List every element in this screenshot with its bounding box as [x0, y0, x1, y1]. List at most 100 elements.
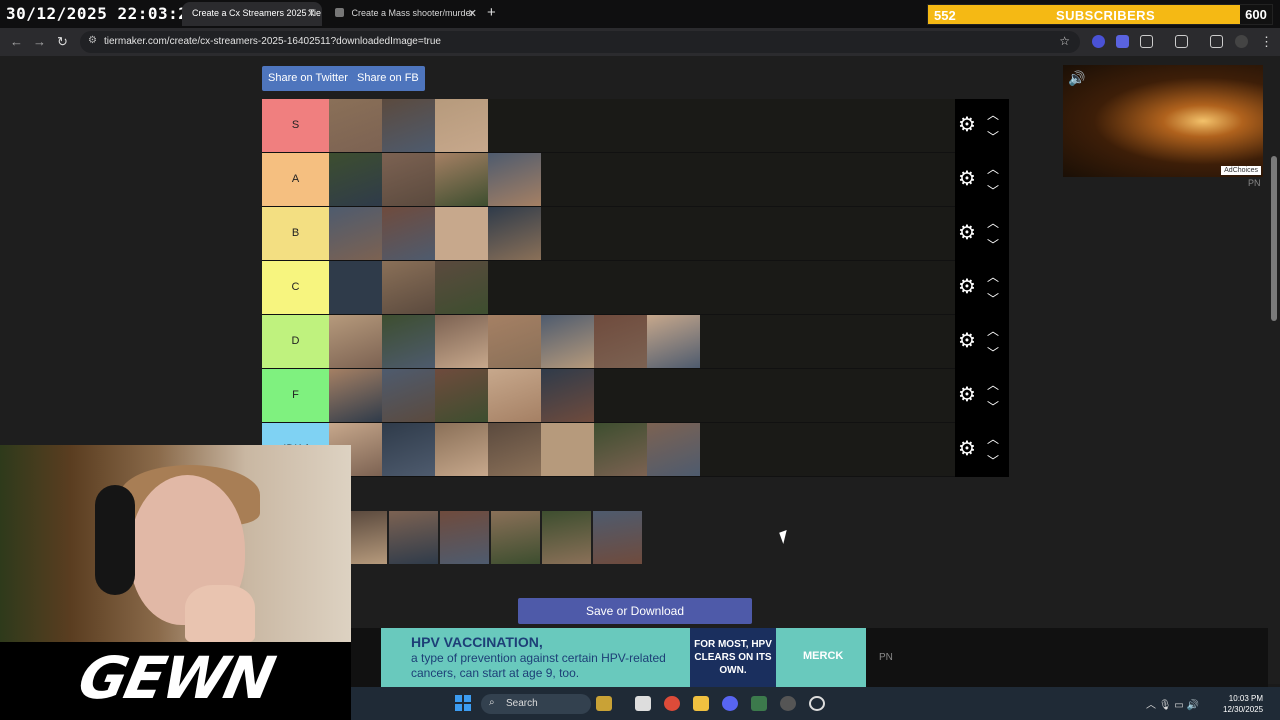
tier-item-thumbnail[interactable] — [488, 423, 541, 476]
discord-icon[interactable] — [722, 696, 738, 711]
address-bar[interactable]: ⚙ tiermaker.com/create/cx-streamers-2025… — [80, 31, 1080, 53]
taskbar-search[interactable]: ⌕ Search — [481, 694, 591, 714]
tier-item-thumbnail[interactable] — [329, 315, 382, 368]
tier-label[interactable]: A — [262, 153, 329, 206]
tier-label[interactable]: S — [262, 99, 329, 152]
tier-item-thumbnail[interactable] — [435, 153, 488, 206]
tier-item-thumbnail[interactable] — [382, 423, 435, 476]
chevron-up-icon[interactable]: ︿ — [987, 163, 999, 175]
site-info-icon[interactable]: ⚙ — [88, 35, 97, 46]
tier-label[interactable]: F — [262, 369, 329, 422]
tier-item-thumbnail[interactable] — [329, 369, 382, 422]
chevron-down-icon[interactable]: ﹀ — [987, 347, 999, 359]
share-fb-button[interactable]: Share on FB — [351, 66, 425, 91]
close-icon[interactable]: ✕ — [307, 7, 316, 20]
tier-item-thumbnail[interactable] — [541, 369, 594, 422]
chevron-down-icon[interactable]: ﹀ — [987, 131, 999, 143]
chevron-up-icon[interactable]: ︿ — [987, 379, 999, 391]
tier-item-thumbnail[interactable] — [647, 423, 700, 476]
tier-item-thumbnail[interactable] — [435, 423, 488, 476]
tier-item-thumbnail[interactable] — [594, 315, 647, 368]
pool-item-thumbnail[interactable] — [491, 511, 540, 564]
chevron-down-icon[interactable]: ﹀ — [987, 401, 999, 413]
tier-item-thumbnail[interactable] — [382, 207, 435, 260]
reload-icon[interactable]: ↻ — [57, 34, 68, 50]
tier-label[interactable]: C — [262, 261, 329, 314]
tab-active[interactable]: Create a Cx Streamers 2025 Tie ✕ — [182, 2, 322, 26]
gear-icon[interactable]: ⚙ — [958, 331, 978, 351]
pool-item-thumbnail[interactable] — [440, 511, 489, 564]
chevron-down-icon[interactable]: ﹀ — [987, 293, 999, 305]
system-tray[interactable]: ︿ 🎙 ▭ 🔊 — [1146, 696, 1199, 711]
tier-item-thumbnail[interactable] — [382, 99, 435, 152]
tier-item-thumbnail[interactable] — [541, 423, 594, 476]
gear-icon[interactable]: ⚙ — [958, 115, 978, 135]
pool-item-thumbnail[interactable] — [593, 511, 642, 564]
scroll-thumb[interactable] — [1271, 156, 1277, 321]
file-explorer-icon[interactable] — [693, 696, 709, 711]
chevron-up-icon[interactable]: ︿ — [987, 271, 999, 283]
gear-icon[interactable]: ⚙ — [958, 169, 978, 189]
tier-item-thumbnail[interactable] — [435, 207, 488, 260]
chevron-up-icon[interactable]: ︿ — [987, 109, 999, 121]
gear-icon[interactable]: ⚙ — [958, 439, 978, 459]
close-icon[interactable]: ✕ — [468, 7, 477, 20]
chevron-down-icon[interactable]: ﹀ — [987, 239, 999, 251]
tier-item-thumbnail[interactable] — [435, 99, 488, 152]
gear-icon[interactable]: ⚙ — [958, 385, 978, 405]
windows-start-icon[interactable] — [455, 695, 471, 711]
gear-icon[interactable]: ⚙ — [958, 223, 978, 243]
extension-icon[interactable] — [1092, 35, 1105, 48]
tier-label[interactable]: B — [262, 207, 329, 260]
chevron-up-icon[interactable]: ︿ — [987, 433, 999, 445]
chevron-up-icon[interactable]: ︿ — [987, 325, 999, 337]
clock-app-icon[interactable] — [809, 696, 825, 711]
chevron-up-icon[interactable]: ︿ — [987, 217, 999, 229]
video-ad[interactable]: AdChoices — [1063, 65, 1263, 177]
chevron-down-icon[interactable]: ﹀ — [987, 455, 999, 467]
scrollbar[interactable] — [1268, 56, 1280, 684]
tier-label[interactable]: D — [262, 315, 329, 368]
tier-item-thumbnail[interactable] — [382, 261, 435, 314]
extension-icon[interactable] — [1116, 35, 1129, 48]
tier-item-thumbnail[interactable] — [382, 369, 435, 422]
chrome-icon[interactable] — [664, 696, 680, 711]
tier-item-thumbnail[interactable] — [382, 315, 435, 368]
tier-item-thumbnail[interactable] — [488, 153, 541, 206]
tier-item-thumbnail[interactable] — [382, 153, 435, 206]
pool-item-thumbnail[interactable] — [389, 511, 438, 564]
cast-icon[interactable] — [1175, 35, 1188, 48]
tier-item-thumbnail[interactable] — [488, 207, 541, 260]
speaker-icon[interactable]: 🔊 — [1068, 70, 1085, 87]
media-icon[interactable] — [1210, 35, 1223, 48]
back-icon[interactable]: ← — [10, 34, 23, 49]
new-tab-icon[interactable]: + — [487, 4, 496, 21]
extensions-icon[interactable] — [1140, 35, 1153, 48]
hpv-ad-banner[interactable]: HPV VACCINATION, a type of prevention ag… — [381, 628, 866, 687]
tier-item-thumbnail[interactable] — [329, 99, 382, 152]
tier-item-thumbnail[interactable] — [329, 153, 382, 206]
share-twitter-button[interactable]: Share on Twitter — [262, 66, 354, 91]
tier-item-thumbnail[interactable] — [541, 315, 594, 368]
tier-item-thumbnail[interactable] — [329, 261, 382, 314]
adchoices-label[interactable]: AdChoices — [1221, 166, 1261, 175]
tier-item-thumbnail[interactable] — [435, 261, 488, 314]
gear-icon[interactable]: ⚙ — [958, 277, 978, 297]
star-icon[interactable]: ☆ — [1059, 34, 1070, 48]
task-view-icon[interactable] — [635, 696, 651, 711]
tier-item-thumbnail[interactable] — [435, 369, 488, 422]
profile-icon[interactable] — [1235, 35, 1248, 48]
tier-item-thumbnail[interactable] — [647, 315, 700, 368]
forward-icon[interactable]: → — [33, 34, 46, 49]
tier-item-thumbnail[interactable] — [329, 207, 382, 260]
tab-inactive[interactable]: Create a Mass shooter/murder ✕ — [325, 2, 483, 26]
pool-item-thumbnail[interactable] — [542, 511, 591, 564]
tier-item-thumbnail[interactable] — [435, 315, 488, 368]
tier-item-thumbnail[interactable] — [488, 369, 541, 422]
chevron-down-icon[interactable]: ﹀ — [987, 185, 999, 197]
taskbar-clock[interactable]: 10:03 PM 12/30/2025 — [1223, 693, 1263, 715]
pool-item-thumbnail[interactable] — [351, 511, 387, 564]
app-icon[interactable] — [751, 696, 767, 711]
menu-icon[interactable]: ⋮ — [1260, 34, 1273, 50]
save-download-button[interactable]: Save or Download — [518, 598, 752, 624]
